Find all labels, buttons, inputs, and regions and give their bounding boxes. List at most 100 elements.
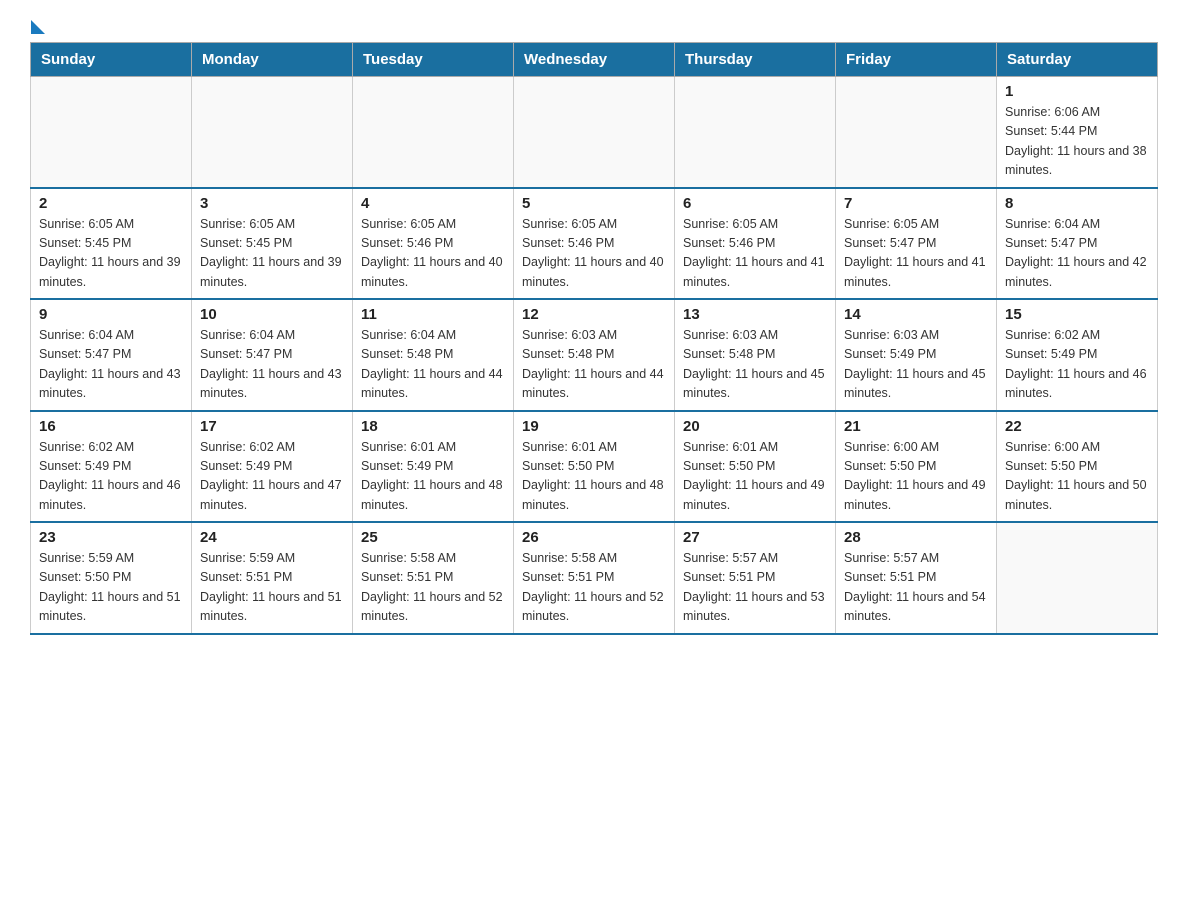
calendar-week-2: 2 Sunrise: 6:05 AM Sunset: 5:45 PM Daylig… <box>31 188 1158 300</box>
calendar-cell: 3 Sunrise: 6:05 AM Sunset: 5:45 PM Daylig… <box>192 188 353 300</box>
day-info: Sunrise: 6:03 AM Sunset: 5:48 PM Dayligh… <box>683 326 827 404</box>
day-number: 9 <box>39 306 183 323</box>
calendar-cell: 19 Sunrise: 6:01 AM Sunset: 5:50 PM Dayli… <box>514 411 675 523</box>
day-info: Sunrise: 6:05 AM Sunset: 5:45 PM Dayligh… <box>39 215 183 293</box>
calendar-cell: 5 Sunrise: 6:05 AM Sunset: 5:46 PM Daylig… <box>514 188 675 300</box>
day-info: Sunrise: 6:05 AM Sunset: 5:47 PM Dayligh… <box>844 215 988 293</box>
calendar-body: 1 Sunrise: 6:06 AM Sunset: 5:44 PM Daylig… <box>31 77 1158 634</box>
calendar-cell <box>675 77 836 188</box>
day-info: Sunrise: 6:05 AM Sunset: 5:46 PM Dayligh… <box>361 215 505 293</box>
day-info: Sunrise: 6:03 AM Sunset: 5:49 PM Dayligh… <box>844 326 988 404</box>
day-number: 23 <box>39 529 183 546</box>
weekday-tuesday: Tuesday <box>353 43 514 77</box>
day-info: Sunrise: 6:05 AM Sunset: 5:45 PM Dayligh… <box>200 215 344 293</box>
day-number: 19 <box>522 418 666 435</box>
day-number: 13 <box>683 306 827 323</box>
calendar-week-3: 9 Sunrise: 6:04 AM Sunset: 5:47 PM Daylig… <box>31 299 1158 411</box>
day-number: 27 <box>683 529 827 546</box>
day-info: Sunrise: 6:05 AM Sunset: 5:46 PM Dayligh… <box>683 215 827 293</box>
calendar-cell <box>192 77 353 188</box>
day-number: 24 <box>200 529 344 546</box>
calendar-cell: 6 Sunrise: 6:05 AM Sunset: 5:46 PM Daylig… <box>675 188 836 300</box>
day-number: 4 <box>361 195 505 212</box>
weekday-friday: Friday <box>836 43 997 77</box>
day-number: 18 <box>361 418 505 435</box>
day-number: 10 <box>200 306 344 323</box>
calendar-cell: 11 Sunrise: 6:04 AM Sunset: 5:48 PM Dayli… <box>353 299 514 411</box>
day-info: Sunrise: 6:04 AM Sunset: 5:47 PM Dayligh… <box>200 326 344 404</box>
day-info: Sunrise: 5:57 AM Sunset: 5:51 PM Dayligh… <box>844 549 988 627</box>
day-info: Sunrise: 6:01 AM Sunset: 5:50 PM Dayligh… <box>522 438 666 516</box>
day-number: 8 <box>1005 195 1149 212</box>
calendar-cell: 1 Sunrise: 6:06 AM Sunset: 5:44 PM Daylig… <box>997 77 1158 188</box>
day-number: 21 <box>844 418 988 435</box>
calendar-cell: 2 Sunrise: 6:05 AM Sunset: 5:45 PM Daylig… <box>31 188 192 300</box>
calendar-cell: 15Sunrise: 6:02 AM Sunset: 5:49 PM Dayli… <box>997 299 1158 411</box>
calendar-cell: 23 Sunrise: 5:59 AM Sunset: 5:50 PM Dayli… <box>31 522 192 634</box>
day-number: 25 <box>361 529 505 546</box>
calendar-week-5: 23 Sunrise: 5:59 AM Sunset: 5:50 PM Dayli… <box>31 522 1158 634</box>
day-number: 28 <box>844 529 988 546</box>
day-info: Sunrise: 6:06 AM Sunset: 5:44 PM Dayligh… <box>1005 103 1149 181</box>
weekday-wednesday: Wednesday <box>514 43 675 77</box>
calendar-cell: 20 Sunrise: 6:01 AM Sunset: 5:50 PM Dayli… <box>675 411 836 523</box>
calendar-cell: 24 Sunrise: 5:59 AM Sunset: 5:51 PM Dayli… <box>192 522 353 634</box>
calendar-cell: 10 Sunrise: 6:04 AM Sunset: 5:47 PM Dayli… <box>192 299 353 411</box>
calendar-cell <box>836 77 997 188</box>
weekday-sunday: Sunday <box>31 43 192 77</box>
day-number: 1 <box>1005 83 1149 100</box>
day-number: 5 <box>522 195 666 212</box>
day-number: 14 <box>844 306 988 323</box>
calendar-table: SundayMondayTuesdayWednesdayThursdayFrid… <box>30 42 1158 635</box>
calendar-cell <box>353 77 514 188</box>
calendar-week-4: 16 Sunrise: 6:02 AM Sunset: 5:49 PM Dayli… <box>31 411 1158 523</box>
calendar-cell: 28 Sunrise: 5:57 AM Sunset: 5:51 PM Dayli… <box>836 522 997 634</box>
day-info: Sunrise: 6:00 AM Sunset: 5:50 PM Dayligh… <box>844 438 988 516</box>
calendar-cell: 16 Sunrise: 6:02 AM Sunset: 5:49 PM Dayli… <box>31 411 192 523</box>
calendar-cell <box>997 522 1158 634</box>
day-number: 15 <box>1005 306 1149 323</box>
day-info: Sunrise: 6:05 AM Sunset: 5:46 PM Dayligh… <box>522 215 666 293</box>
weekday-saturday: Saturday <box>997 43 1158 77</box>
day-number: 16 <box>39 418 183 435</box>
day-number: 11 <box>361 306 505 323</box>
logo-arrow-icon <box>31 20 45 34</box>
calendar-header: SundayMondayTuesdayWednesdayThursdayFrid… <box>31 43 1158 77</box>
day-number: 26 <box>522 529 666 546</box>
calendar-cell <box>31 77 192 188</box>
calendar-week-1: 1 Sunrise: 6:06 AM Sunset: 5:44 PM Daylig… <box>31 77 1158 188</box>
weekday-header-row: SundayMondayTuesdayWednesdayThursdayFrid… <box>31 43 1158 77</box>
day-info: Sunrise: 6:04 AM Sunset: 5:47 PM Dayligh… <box>39 326 183 404</box>
calendar-cell: 13 Sunrise: 6:03 AM Sunset: 5:48 PM Dayli… <box>675 299 836 411</box>
day-info: Sunrise: 6:04 AM Sunset: 5:48 PM Dayligh… <box>361 326 505 404</box>
calendar-cell: 27Sunrise: 5:57 AM Sunset: 5:51 PM Dayli… <box>675 522 836 634</box>
day-number: 17 <box>200 418 344 435</box>
day-info: Sunrise: 6:01 AM Sunset: 5:49 PM Dayligh… <box>361 438 505 516</box>
day-info: Sunrise: 5:59 AM Sunset: 5:50 PM Dayligh… <box>39 549 183 627</box>
day-info: Sunrise: 6:02 AM Sunset: 5:49 PM Dayligh… <box>200 438 344 516</box>
calendar-cell <box>514 77 675 188</box>
calendar-cell: 21 Sunrise: 6:00 AM Sunset: 5:50 PM Dayli… <box>836 411 997 523</box>
day-number: 6 <box>683 195 827 212</box>
day-info: Sunrise: 6:02 AM Sunset: 5:49 PM Dayligh… <box>39 438 183 516</box>
page-header <box>30 20 1158 32</box>
weekday-thursday: Thursday <box>675 43 836 77</box>
calendar-cell: 18 Sunrise: 6:01 AM Sunset: 5:49 PM Dayli… <box>353 411 514 523</box>
calendar-cell: 8 Sunrise: 6:04 AM Sunset: 5:47 PM Daylig… <box>997 188 1158 300</box>
day-info: Sunrise: 5:58 AM Sunset: 5:51 PM Dayligh… <box>361 549 505 627</box>
calendar-cell: 17 Sunrise: 6:02 AM Sunset: 5:49 PM Dayli… <box>192 411 353 523</box>
calendar-cell: 25 Sunrise: 5:58 AM Sunset: 5:51 PM Dayli… <box>353 522 514 634</box>
day-info: Sunrise: 6:04 AM Sunset: 5:47 PM Dayligh… <box>1005 215 1149 293</box>
day-number: 22 <box>1005 418 1149 435</box>
day-number: 2 <box>39 195 183 212</box>
day-info: Sunrise: 5:59 AM Sunset: 5:51 PM Dayligh… <box>200 549 344 627</box>
day-number: 7 <box>844 195 988 212</box>
day-info: Sunrise: 6:01 AM Sunset: 5:50 PM Dayligh… <box>683 438 827 516</box>
day-number: 20 <box>683 418 827 435</box>
calendar-cell: 26 Sunrise: 5:58 AM Sunset: 5:51 PM Dayli… <box>514 522 675 634</box>
day-info: Sunrise: 5:58 AM Sunset: 5:51 PM Dayligh… <box>522 549 666 627</box>
day-number: 3 <box>200 195 344 212</box>
calendar-cell: 14 Sunrise: 6:03 AM Sunset: 5:49 PM Dayli… <box>836 299 997 411</box>
calendar-cell: 22Sunrise: 6:00 AM Sunset: 5:50 PM Dayli… <box>997 411 1158 523</box>
calendar-cell: 12Sunrise: 6:03 AM Sunset: 5:48 PM Dayli… <box>514 299 675 411</box>
